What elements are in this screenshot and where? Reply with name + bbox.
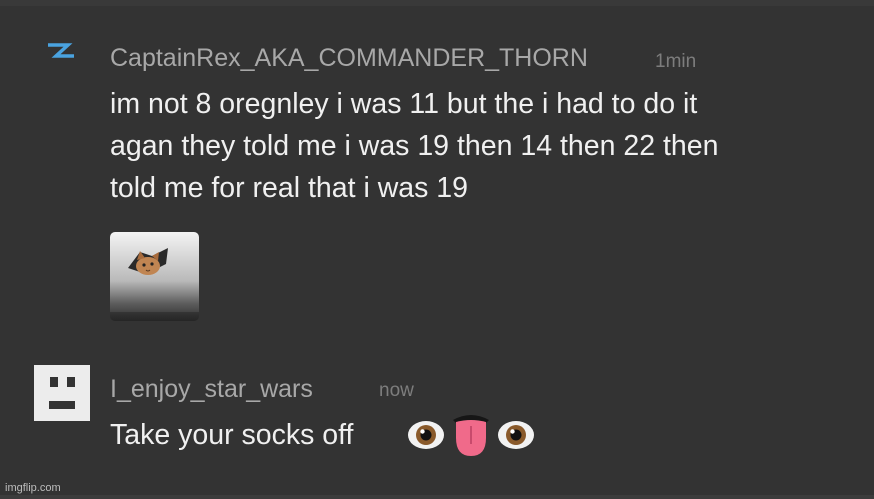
comment-2-text: Take your socks off (110, 419, 354, 451)
comment-1-timestamp: 1min (655, 51, 697, 72)
comment-2-timestamp: now (379, 380, 414, 401)
comment-1-line: im not 8 oregnley i was 11 but the i had… (110, 88, 698, 120)
attachment-thumbnail[interactable] (110, 232, 199, 321)
ceiling-cat-image (110, 232, 199, 321)
emoji-row (407, 412, 535, 458)
tongue-icon (453, 415, 489, 456)
eye-icon (498, 421, 534, 449)
blocky-face-icon[interactable] (34, 365, 90, 421)
bottom-divider (0, 495, 874, 499)
comment-1-text: im not 8 oregnley i was 11 but the i had… (110, 83, 718, 209)
comment-1-line: agan they told me i was 19 then 14 then … (110, 130, 719, 162)
comment-1-line: told me for real that i was 19 (110, 172, 469, 204)
comment-2-username[interactable]: I_enjoy_star_wars (110, 375, 313, 404)
comment-1-username[interactable]: CaptainRex_AKA_COMMANDER_THORN (110, 44, 588, 73)
imgflip-watermark: imgflip.com (5, 482, 61, 494)
lightning-bolt-icon[interactable] (44, 40, 78, 62)
top-strip (0, 0, 874, 6)
eye-icon (408, 421, 444, 449)
